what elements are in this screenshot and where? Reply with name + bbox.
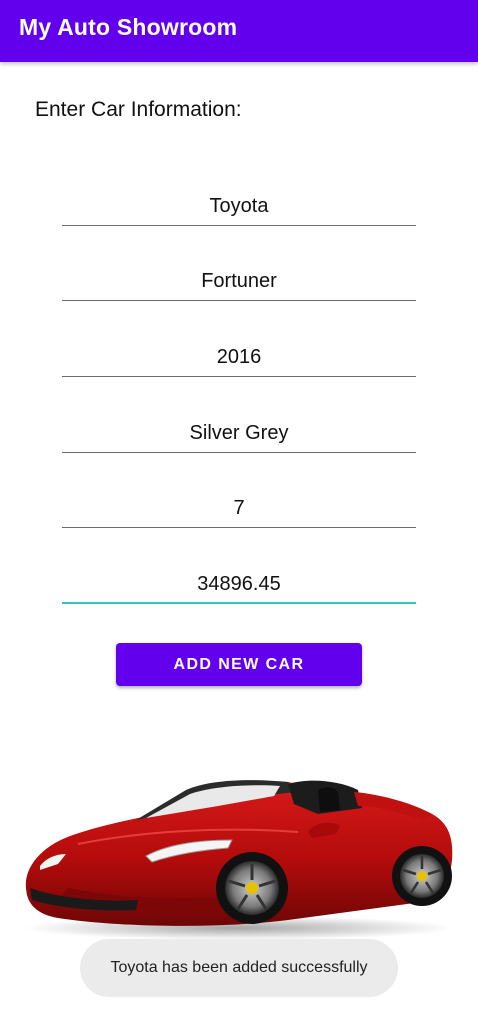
year-field[interactable]: 2016 (62, 337, 416, 377)
app-screen: My Auto Showroom Enter Car Information: … (0, 0, 478, 1024)
app-bar: My Auto Showroom (0, 0, 478, 62)
seats-field[interactable]: 7 (62, 488, 416, 528)
app-title: My Auto Showroom (19, 14, 238, 40)
red-sports-car-image (23, 780, 453, 940)
price-field[interactable]: 34896.45 (62, 564, 416, 604)
model-field[interactable]: Fortuner (62, 261, 416, 301)
add-new-car-button[interactable]: ADD NEW CAR (116, 643, 362, 686)
color-field[interactable]: Silver Grey (62, 413, 416, 453)
success-toast: Toyota has been added successfully (80, 939, 398, 997)
make-field[interactable]: Toyota (62, 186, 416, 226)
form-heading: Enter Car Information: (35, 98, 242, 121)
